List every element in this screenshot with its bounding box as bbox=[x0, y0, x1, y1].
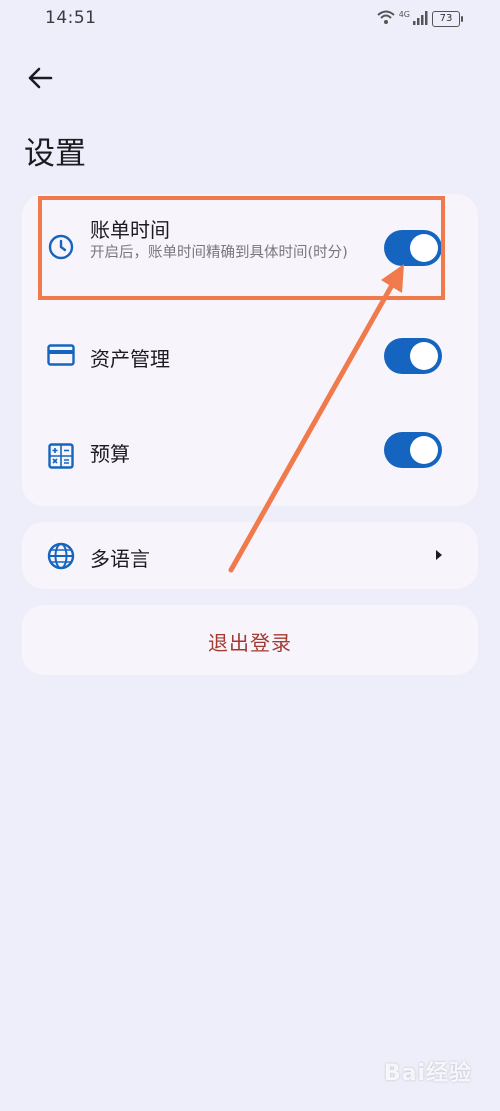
setting-row-asset-management[interactable]: 资产管理 bbox=[22, 306, 478, 406]
back-arrow-icon bbox=[27, 67, 53, 93]
status-icons: 4G 73 bbox=[376, 9, 463, 29]
logout-label: 退出登录 bbox=[208, 631, 292, 655]
chevron-right-icon bbox=[436, 550, 442, 560]
globe-icon bbox=[46, 541, 76, 571]
clock-icon bbox=[46, 232, 76, 262]
asset-management-toggle[interactable] bbox=[384, 338, 442, 374]
settings-card: 账单时间 开启后，账单时间精确到具体时间(时分) 资产管理 预算 bbox=[22, 194, 478, 506]
status-bar: 14:51 4G 73 bbox=[0, 0, 500, 36]
setting-row-budget[interactable]: 预算 bbox=[22, 406, 478, 506]
setting-label: 账单时间 bbox=[90, 218, 170, 242]
setting-label: 预算 bbox=[90, 442, 130, 466]
setting-label: 资产管理 bbox=[90, 347, 170, 371]
bill-time-toggle[interactable] bbox=[384, 230, 442, 266]
battery-indicator: 73 bbox=[432, 11, 463, 27]
watermark-logo: Bai经验 bbox=[384, 1055, 472, 1087]
logout-button[interactable]: 退出登录 bbox=[22, 605, 478, 675]
language-row[interactable]: 多语言 bbox=[22, 522, 478, 589]
toggle-knob bbox=[410, 436, 438, 464]
setting-subtitle: 开启后，账单时间精确到具体时间(时分) bbox=[90, 245, 348, 261]
wifi-icon bbox=[376, 9, 396, 29]
status-time: 14:51 bbox=[45, 8, 97, 28]
network-type: 4G bbox=[398, 9, 410, 19]
toggle-knob bbox=[410, 234, 438, 262]
back-button[interactable] bbox=[22, 62, 58, 98]
watermark-text: Bai经验 bbox=[383, 1061, 472, 1086]
credit-card-icon bbox=[46, 340, 76, 370]
setting-row-bill-time[interactable]: 账单时间 开启后，账单时间精确到具体时间(时分) bbox=[22, 194, 478, 298]
toggle-knob bbox=[410, 342, 438, 370]
page-title: 设置 bbox=[24, 136, 86, 172]
signal-icon bbox=[413, 10, 429, 29]
calculator-icon bbox=[46, 441, 76, 471]
language-label: 多语言 bbox=[90, 547, 150, 571]
budget-toggle[interactable] bbox=[384, 432, 442, 468]
